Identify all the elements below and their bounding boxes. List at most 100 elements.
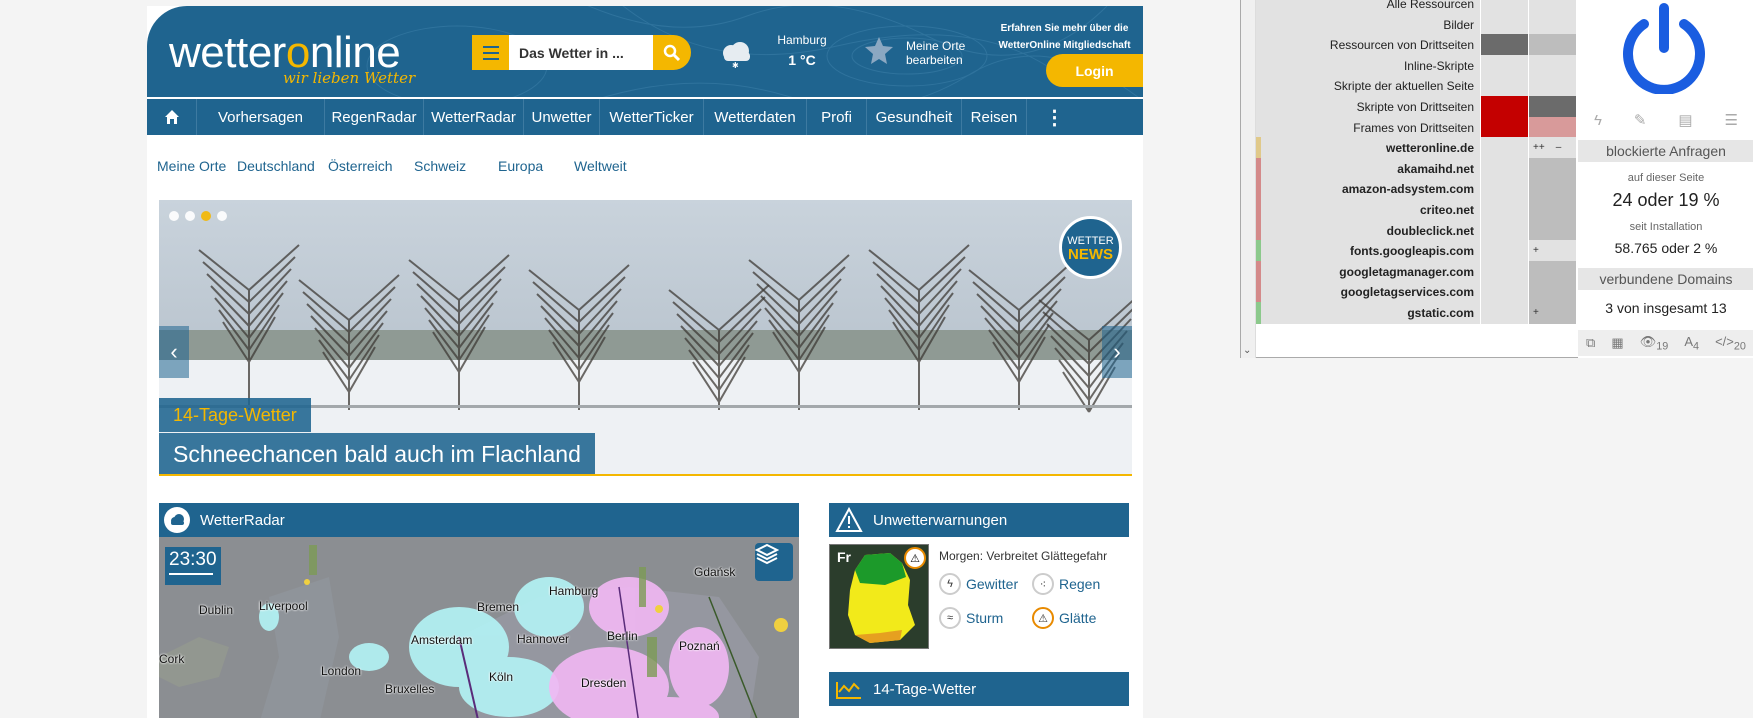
nav-item-unwetter[interactable]: Unwetter xyxy=(524,99,600,135)
matrix-row-label[interactable]: googletagservices.com xyxy=(1256,281,1480,304)
settings-sliders-icon[interactable]: ☰ xyxy=(1725,111,1738,129)
radar-header[interactable]: WetterRadar xyxy=(159,503,799,537)
matrix-cell-first-party[interactable] xyxy=(1481,13,1528,36)
subnav-item-2[interactable]: Deutschland xyxy=(237,158,315,174)
nav-item-reisen[interactable]: Reisen xyxy=(962,99,1027,135)
matrix-row-label[interactable]: googletagmanager.com xyxy=(1256,260,1480,283)
membership-link[interactable]: Erfahren Sie mehr über die WetterOnline … xyxy=(992,20,1137,54)
matrix-cell-first-party[interactable] xyxy=(1481,54,1528,77)
trend-header[interactable]: 14-Tage-Wetter xyxy=(829,672,1129,706)
nav-more[interactable]: ⋮ xyxy=(1027,99,1082,135)
warn-regen-link[interactable]: ⁖ Regen xyxy=(1032,573,1100,595)
matrix-row-label[interactable]: Inline-Skripte xyxy=(1256,54,1480,77)
matrix-row-label[interactable]: amazon-adsystem.com xyxy=(1256,178,1480,201)
matrix-row-label[interactable]: Ressourcen von Drittseiten xyxy=(1256,34,1480,57)
matrix-cell-third-party[interactable]: – xyxy=(1529,157,1576,180)
matrix-row[interactable]: wetteronline.de ++ – xyxy=(1256,137,1577,161)
matrix-row[interactable]: fonts.googleapis.com + xyxy=(1256,240,1577,264)
matrix-cell-first-party[interactable] xyxy=(1481,240,1528,263)
radar-time[interactable]: 23:30 xyxy=(165,547,221,585)
copy-icon[interactable]: ⧉ xyxy=(1586,335,1595,351)
slider-title[interactable]: Schneechancen bald auch im Flachland xyxy=(159,433,595,475)
eyedropper-icon[interactable]: ✎ xyxy=(1634,111,1647,129)
warnings-map[interactable]: Fr ⚠ xyxy=(829,544,929,649)
matrix-row[interactable]: akamaihd.net – xyxy=(1256,157,1577,181)
nav-item-regenradar[interactable]: RegenRadar xyxy=(325,99,424,135)
slider-tag[interactable]: 14-Tage-Wetter xyxy=(159,398,311,432)
matrix-row-label[interactable]: Skripte der aktuellen Seite xyxy=(1256,75,1480,98)
matrix-cell-third-party[interactable]: ++ – xyxy=(1529,137,1576,160)
matrix-cell-first-party[interactable] xyxy=(1481,199,1528,221)
power-icon[interactable] xyxy=(1618,2,1710,94)
matrix-cell-first-party[interactable] xyxy=(1481,157,1528,180)
eye-off-icon[interactable]: 👁19 xyxy=(1640,334,1669,353)
search-button[interactable] xyxy=(653,35,691,70)
matrix-row[interactable]: criteo.net – xyxy=(1256,199,1577,222)
warn-sturm-link[interactable]: ≈ Sturm xyxy=(939,607,1003,629)
matrix-row-label[interactable]: criteo.net xyxy=(1256,199,1480,221)
matrix-cell-first-party[interactable] xyxy=(1481,96,1528,118)
slider-dot[interactable] xyxy=(201,211,211,221)
matrix-row-label[interactable]: Skripte von Drittseiten xyxy=(1256,96,1480,118)
slider-dot[interactable] xyxy=(185,211,195,221)
matrix-row[interactable]: Skripte von Drittseiten xyxy=(1256,96,1577,119)
slider-next-button[interactable]: › xyxy=(1102,326,1132,378)
matrix-cell-first-party[interactable] xyxy=(1481,34,1528,57)
code-icon[interactable]: </>20 xyxy=(1715,334,1746,353)
matrix-cell-third-party[interactable] xyxy=(1529,34,1576,57)
matrix-row[interactable]: Skripte der aktuellen Seite xyxy=(1256,75,1577,99)
matrix-cell-third-party[interactable]: – xyxy=(1529,219,1576,242)
matrix-cell-first-party[interactable] xyxy=(1481,302,1528,324)
matrix-row[interactable]: Inline-Skripte xyxy=(1256,54,1577,78)
slider-prev-button[interactable]: ‹ xyxy=(159,326,189,378)
nav-item-gesundheit[interactable]: Gesundheit xyxy=(867,99,962,135)
subnav-item-6[interactable]: Weltweit xyxy=(574,158,627,174)
matrix-cell-third-party[interactable]: + xyxy=(1529,302,1576,324)
radar-map[interactable]: 23:30 Dublin Liverpool Cork London Amsterdam… xyxy=(159,537,799,718)
subnav-item-5[interactable]: Europa xyxy=(498,158,543,174)
matrix-row-label[interactable]: akamaihd.net xyxy=(1256,157,1480,180)
menu-button[interactable] xyxy=(472,35,509,70)
matrix-cell-third-party[interactable]: – xyxy=(1529,178,1576,201)
matrix-cell-third-party[interactable]: – xyxy=(1529,260,1576,283)
media-icon[interactable]: ▦ xyxy=(1611,335,1623,351)
matrix-cell-third-party[interactable]: + xyxy=(1529,240,1576,263)
matrix-row[interactable]: amazon-adsystem.com – xyxy=(1256,178,1577,202)
matrix-cell-third-party[interactable] xyxy=(1529,116,1576,139)
matrix-row-label[interactable]: Frames von Drittseiten xyxy=(1256,116,1480,139)
nav-home[interactable] xyxy=(147,99,197,135)
warn-glaette-link[interactable]: ⚠ Glätte xyxy=(1032,607,1096,629)
matrix-row[interactable]: gstatic.com + xyxy=(1256,302,1577,325)
matrix-cell-first-party[interactable] xyxy=(1481,260,1528,283)
matrix-cell-third-party[interactable] xyxy=(1529,75,1576,98)
subnav-item-4[interactable]: Schweiz xyxy=(414,158,466,174)
matrix-cell-first-party[interactable] xyxy=(1481,75,1528,98)
matrix-cell-first-party[interactable] xyxy=(1481,178,1528,201)
matrix-cell-third-party[interactable] xyxy=(1529,13,1576,36)
matrix-row[interactable]: doubleclick.net – xyxy=(1256,219,1577,243)
login-button[interactable]: Login xyxy=(1046,54,1143,87)
matrix-row[interactable]: Bilder xyxy=(1256,13,1577,37)
matrix-row-label[interactable]: doubleclick.net xyxy=(1256,219,1480,242)
matrix-cell-third-party[interactable]: – xyxy=(1529,199,1576,221)
nav-item-vorhersagen[interactable]: Vorhersagen xyxy=(197,99,325,135)
matrix-row[interactable]: Frames von Drittseiten xyxy=(1256,116,1577,140)
nav-item-wetterdaten[interactable]: Wetterdaten xyxy=(704,99,807,135)
lightning-icon[interactable]: ϟ xyxy=(1594,112,1602,129)
warn-gewitter-link[interactable]: ϟ Gewitter xyxy=(939,573,1018,595)
matrix-cell-third-party[interactable] xyxy=(1529,54,1576,77)
nav-item-profi[interactable]: Profi xyxy=(807,99,867,135)
matrix-cell-first-party[interactable] xyxy=(1481,137,1528,160)
radar-layers-button[interactable] xyxy=(755,543,793,581)
matrix-row-label[interactable]: Bilder xyxy=(1256,13,1480,36)
warnings-header[interactable]: Unwetterwarnungen xyxy=(829,503,1129,537)
matrix-cell-first-party[interactable] xyxy=(1481,281,1528,304)
matrix-cell-third-party[interactable]: – xyxy=(1529,281,1576,304)
logger-icon[interactable]: ▤ xyxy=(1678,111,1692,129)
matrix-row[interactable]: googletagservices.com – xyxy=(1256,281,1577,305)
news-slider[interactable]: ‹ › WETTER NEWS 14-Tage-Wetter Schneecha… xyxy=(159,200,1132,476)
nav-item-wetterticker[interactable]: WetterTicker xyxy=(600,99,704,135)
slider-dot[interactable] xyxy=(217,211,227,221)
nav-item-wetterradar[interactable]: WetterRadar xyxy=(424,99,524,135)
edit-places-link[interactable]: Meine Orte bearbeiten xyxy=(906,39,976,67)
